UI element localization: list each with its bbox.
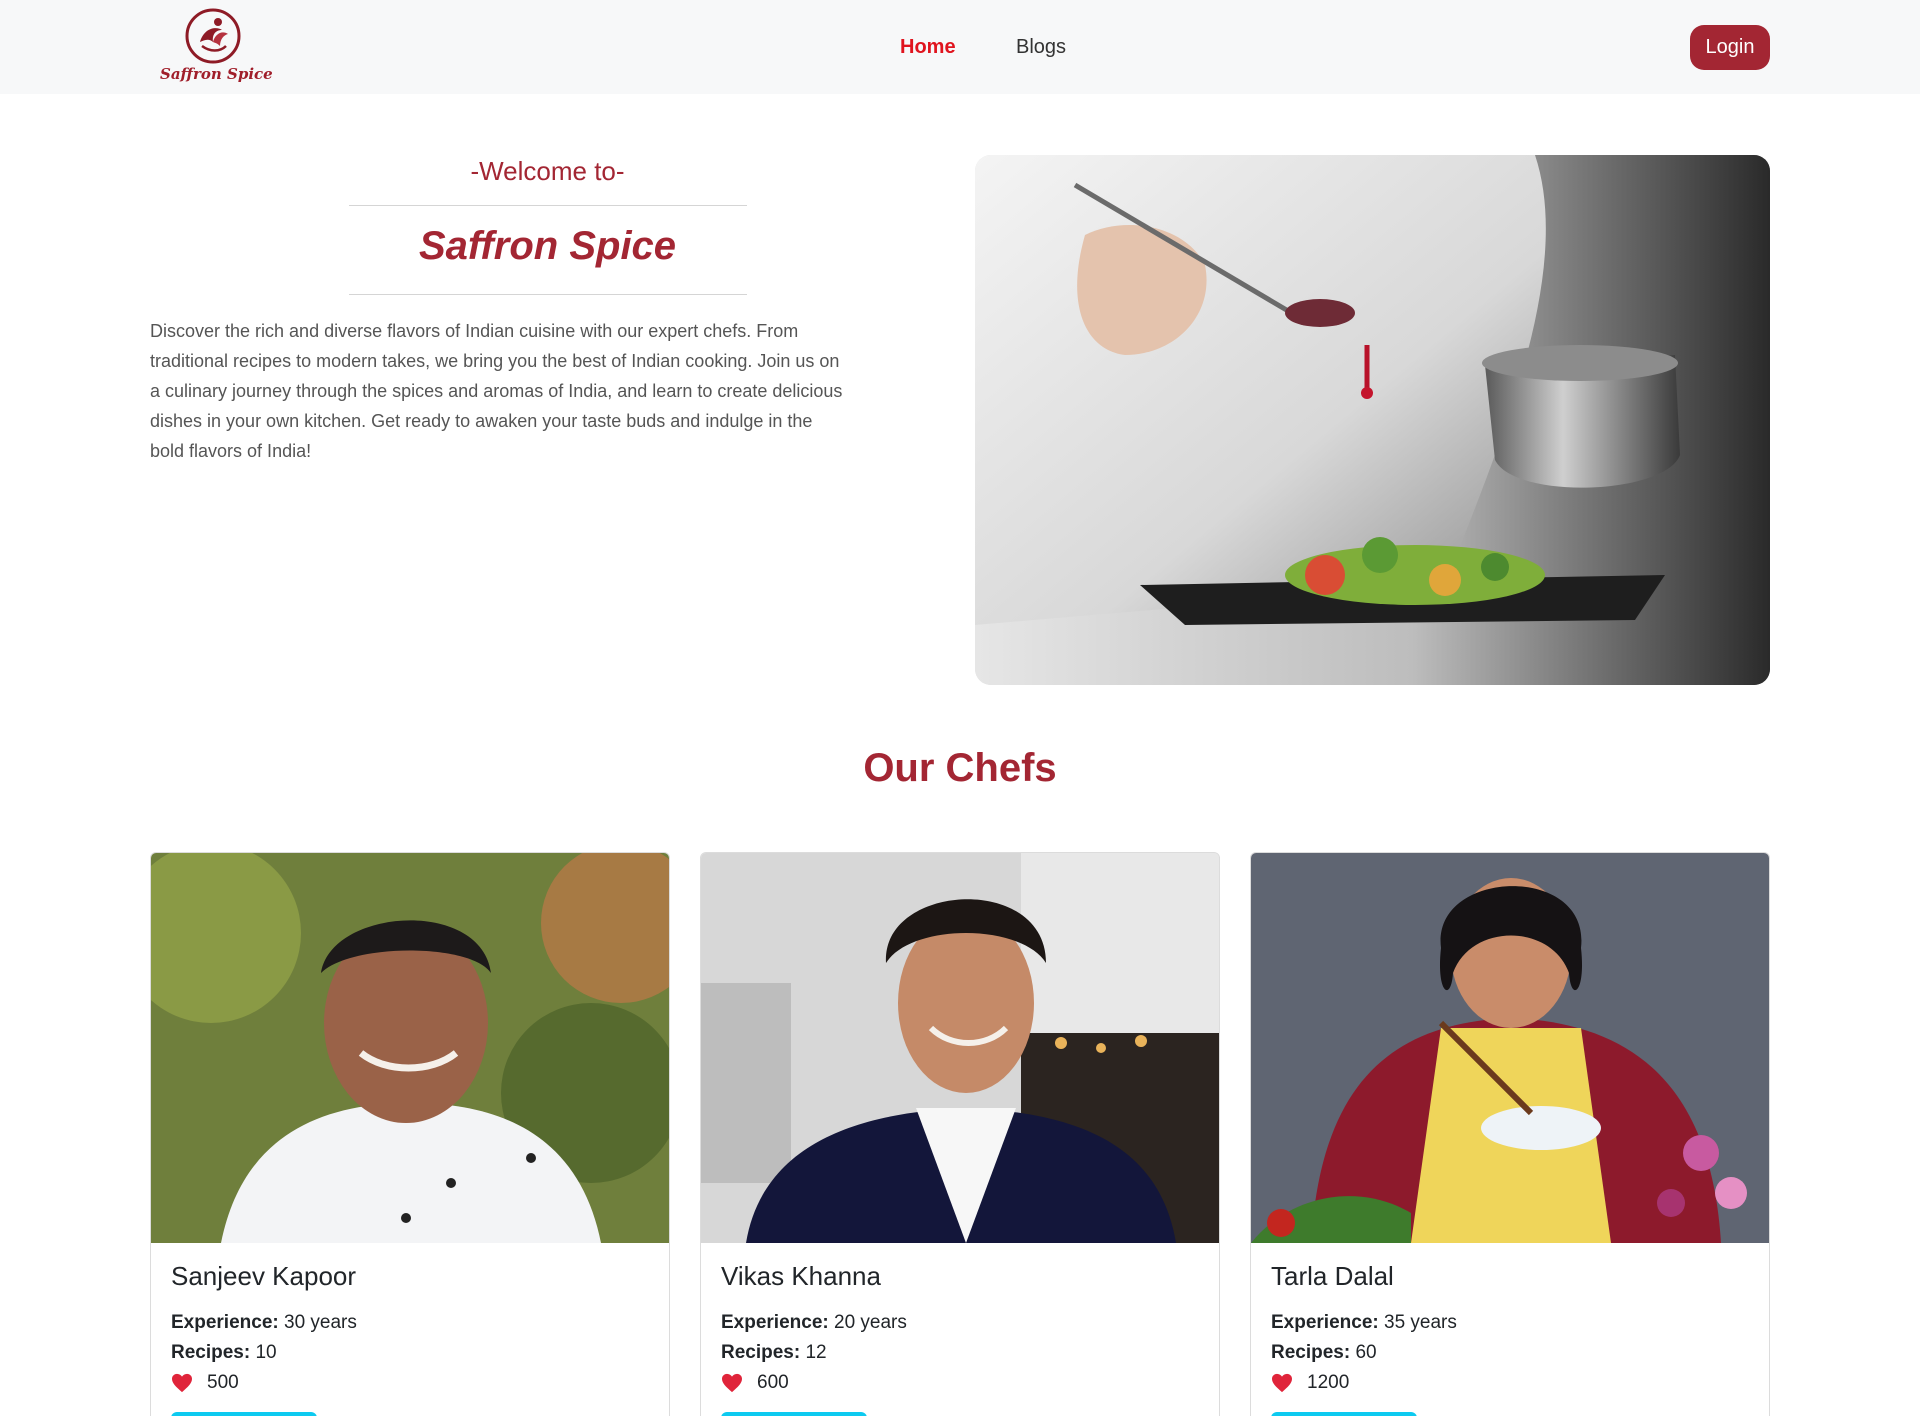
section-title-our-chefs: Our Chefs <box>863 746 1057 790</box>
nav-link-home[interactable]: Home <box>900 36 956 59</box>
chef-card[interactable]: Tarla Dalal Experience: 35 years Recipes… <box>1250 852 1770 1416</box>
likes: 600 <box>721 1368 1201 1398</box>
chef-view-button[interactable] <box>1271 1412 1417 1416</box>
chef-experience: Experience: 35 years <box>1271 1308 1751 1338</box>
chef-name: Sanjeev Kapoor <box>171 1261 357 1291</box>
likes: 1200 <box>1271 1368 1751 1398</box>
heart-icon[interactable] <box>1271 1373 1293 1393</box>
likes-count: 600 <box>757 1372 789 1393</box>
chef-photo <box>701 853 1219 1243</box>
likes-count: 1200 <box>1307 1372 1350 1393</box>
experience-label: Experience: <box>721 1312 829 1333</box>
recipes-label: Recipes: <box>1271 1342 1351 1363</box>
recipes-label: Recipes: <box>171 1342 251 1363</box>
logo-text: Saffron Spice <box>160 65 273 83</box>
chef-photo <box>151 853 669 1243</box>
recipes-value: 60 <box>1355 1342 1377 1363</box>
hero-description: Discover the rich and diverse flavors of… <box>150 321 843 461</box>
chef-cards: Sanjeev Kapoor Experience: 30 years Reci… <box>150 852 1770 1416</box>
divider <box>349 294 747 295</box>
experience-label: Experience: <box>1271 1312 1379 1333</box>
chef-name: Vikas Khanna <box>721 1261 881 1291</box>
chef-card-body: Tarla Dalal Experience: 35 years Recipes… <box>1271 1261 1751 1398</box>
likes: 500 <box>171 1368 651 1398</box>
hero-chef-plating-image <box>975 155 1770 685</box>
brand-title: Saffron Spice <box>418 224 677 268</box>
welcome-heading: -Welcome to- <box>470 156 625 186</box>
chef-photo <box>1251 853 1769 1243</box>
heart-icon[interactable] <box>171 1373 193 1393</box>
experience-value: 30 years <box>284 1312 357 1333</box>
chef-card[interactable]: Vikas Khanna Experience: 20 years Recipe… <box>700 852 1220 1416</box>
chef-name: Tarla Dalal <box>1271 1261 1394 1291</box>
recipes-value: 10 <box>255 1342 277 1363</box>
chef-card-body: Sanjeev Kapoor Experience: 30 years Reci… <box>171 1261 651 1398</box>
likes-count: 500 <box>207 1372 239 1393</box>
experience-value: 20 years <box>834 1312 907 1333</box>
chef-view-button[interactable] <box>171 1412 317 1416</box>
experience-label: Experience: <box>171 1312 279 1333</box>
chef-experience: Experience: 20 years <box>721 1308 1201 1338</box>
chef-card[interactable]: Sanjeev Kapoor Experience: 30 years Reci… <box>150 852 670 1416</box>
chef-recipes: Recipes: 60 <box>1271 1338 1751 1368</box>
divider <box>349 205 747 206</box>
chef-view-button[interactable] <box>721 1412 867 1416</box>
login-button[interactable]: Login <box>1690 25 1770 70</box>
nav-links: Home Blogs <box>0 36 1920 64</box>
navbar: Saffron Spice Home Blogs Login <box>0 0 1920 94</box>
recipes-label: Recipes: <box>721 1342 801 1363</box>
chef-card-body: Vikas Khanna Experience: 20 years Recipe… <box>721 1261 1201 1398</box>
nav-link-blogs[interactable]: Blogs <box>1016 36 1066 59</box>
chef-recipes: Recipes: 10 <box>171 1338 651 1368</box>
experience-value: 35 years <box>1384 1312 1457 1333</box>
recipes-value: 12 <box>805 1342 827 1363</box>
heart-icon[interactable] <box>721 1373 743 1393</box>
chef-recipes: Recipes: 12 <box>721 1338 1201 1368</box>
chef-experience: Experience: 30 years <box>171 1308 651 1338</box>
